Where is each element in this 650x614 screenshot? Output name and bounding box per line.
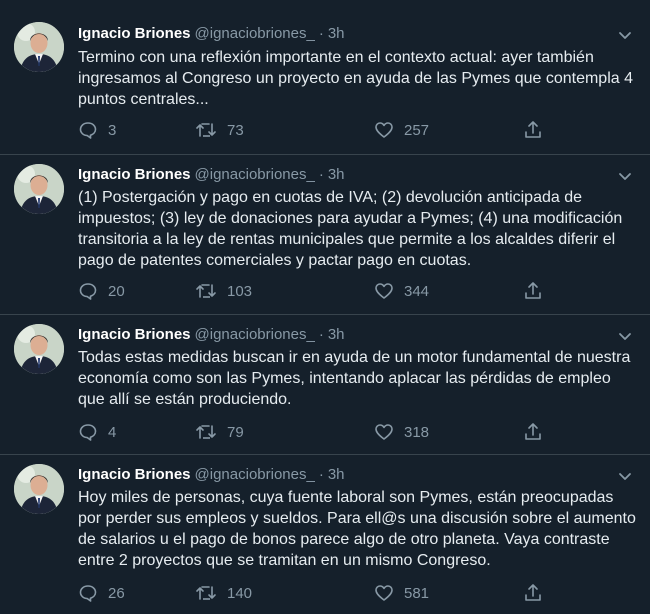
tweet[interactable]: Ignacio Briones @ignaciobriones_ · 3h (1) P…	[0, 155, 650, 315]
separator-dot: ·	[318, 166, 324, 183]
heart-icon	[375, 283, 393, 299]
like-count: 318	[404, 423, 430, 441]
avatar[interactable]	[14, 324, 64, 374]
author-name[interactable]: Ignacio Briones	[78, 25, 191, 42]
retweet-icon	[196, 586, 216, 600]
timestamp[interactable]: 3h	[328, 25, 345, 42]
retweet-count: 140	[227, 584, 253, 602]
reply-icon	[79, 585, 97, 602]
retweet-button[interactable]: 140	[195, 582, 252, 604]
chevron-down-icon[interactable]	[616, 327, 634, 345]
chevron-down-icon[interactable]	[616, 467, 634, 485]
heart-icon	[375, 122, 393, 138]
retweet-button[interactable]: 73	[195, 119, 244, 141]
like-button[interactable]: 318	[374, 421, 429, 443]
retweet-button[interactable]: 103	[195, 280, 252, 302]
like-count: 257	[404, 121, 430, 139]
retweet-count: 79	[227, 423, 244, 441]
tweet-text: Todas estas medidas buscan ir en ayuda d…	[78, 349, 631, 408]
share-button[interactable]	[523, 119, 553, 141]
reply-icon	[79, 122, 97, 139]
separator-dot: ·	[318, 25, 324, 42]
retweet-count: 73	[227, 121, 244, 139]
tweet-text: Hoy miles de personas, cuya fuente labor…	[78, 489, 636, 569]
reply-count: 3	[108, 121, 117, 139]
heart-icon	[375, 585, 393, 601]
author-name[interactable]: Ignacio Briones	[78, 166, 191, 183]
tweet-actions: 26 140 581	[78, 582, 558, 604]
avatar[interactable]	[14, 22, 64, 72]
tweet[interactable]: Ignacio Briones @ignaciobriones_ · 3h Todas…	[0, 315, 650, 455]
separator-dot: ·	[318, 466, 324, 483]
retweet-count: 103	[227, 282, 253, 300]
tweet-actions: 20 103 344	[78, 280, 558, 302]
author-name[interactable]: Ignacio Briones	[78, 466, 191, 483]
reply-count: 20	[108, 282, 125, 300]
chevron-down-icon[interactable]	[616, 167, 634, 185]
retweet-button[interactable]: 79	[195, 421, 244, 443]
like-button[interactable]: 581	[374, 582, 429, 604]
share-button[interactable]	[523, 421, 553, 443]
like-count: 344	[404, 282, 430, 300]
tweet-actions: 3 73 257	[78, 119, 558, 141]
avatar[interactable]	[14, 164, 64, 214]
reply-button[interactable]: 20	[78, 280, 125, 302]
tweet[interactable]: Ignacio Briones @ignaciobriones_ · 3h Hoy m…	[0, 455, 650, 614]
reply-count: 4	[108, 423, 117, 441]
like-button[interactable]: 344	[374, 280, 429, 302]
author-handle[interactable]: @ignaciobriones_	[195, 166, 315, 183]
share-icon	[525, 121, 541, 138]
author-handle[interactable]: @ignaciobriones_	[195, 25, 315, 42]
retweet-icon	[196, 425, 216, 439]
retweet-icon	[196, 284, 216, 298]
tweet[interactable]: Ignacio Briones @ignaciobriones_ · 3h Termi…	[0, 0, 650, 155]
like-button[interactable]: 257	[374, 119, 429, 141]
author-name[interactable]: Ignacio Briones	[78, 326, 191, 343]
reply-button[interactable]: 26	[78, 582, 125, 604]
timestamp[interactable]: 3h	[328, 326, 345, 343]
retweet-icon	[196, 120, 216, 140]
chevron-down-icon[interactable]	[616, 26, 634, 44]
author-handle[interactable]: @ignaciobriones_	[195, 326, 315, 343]
separator-dot: ·	[318, 326, 324, 343]
reply-button[interactable]: 3	[78, 119, 116, 141]
avatar[interactable]	[14, 464, 64, 514]
timestamp[interactable]: 3h	[328, 166, 345, 183]
share-icon	[525, 584, 541, 601]
author-handle[interactable]: @ignaciobriones_	[195, 466, 315, 483]
reply-count: 26	[108, 584, 125, 602]
reply-button[interactable]: 4	[78, 421, 116, 443]
share-button[interactable]	[523, 280, 553, 302]
share-icon	[525, 423, 541, 440]
reply-icon	[79, 424, 97, 441]
tweet-text: (1) Postergación y pago en cuotas de IVA…	[78, 189, 623, 269]
heart-icon	[375, 424, 393, 440]
like-count: 581	[404, 584, 430, 602]
share-icon	[525, 282, 541, 299]
timestamp[interactable]: 3h	[328, 466, 345, 483]
reply-icon	[79, 283, 97, 300]
tweet-text: Termino con una reflexión importante en …	[78, 49, 633, 108]
share-button[interactable]	[523, 582, 553, 604]
tweet-actions: 4 79 318	[78, 421, 558, 443]
